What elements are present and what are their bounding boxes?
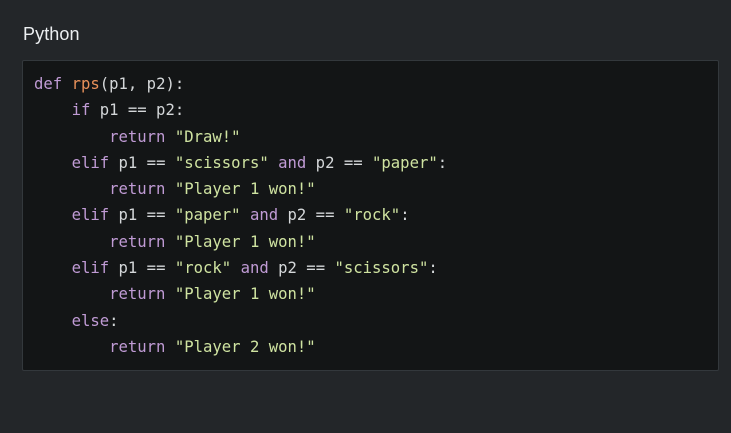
string-token: "rock" (174, 259, 232, 278)
keyword-token: and (240, 259, 269, 278)
language-title: Python (23, 24, 80, 44)
code-token: p1 == p2: (90, 101, 185, 120)
keyword-token: elif (71, 206, 110, 225)
code-token: : (109, 311, 119, 330)
code-line: if p1 == p2: (34, 97, 447, 123)
code-token: p2 == (268, 259, 335, 278)
keyword-token: def (34, 75, 63, 93)
code-line: def rps(p1, p2): (34, 71, 447, 97)
string-token: "rock" (343, 206, 401, 225)
code-token: (p1, p2): (99, 75, 185, 93)
string-token: "Player 2 won!" (174, 337, 316, 356)
string-token: "paper" (174, 206, 241, 225)
code-line: return "Player 1 won!" (34, 176, 447, 202)
code-line: elif p1 == "rock" and p2 == "scissors": (34, 255, 447, 281)
code-line: elif p1 == "scissors" and p2 == "paper": (34, 150, 448, 176)
code-token: : (437, 153, 448, 172)
string-token: "Player 1 won!" (174, 180, 316, 199)
keyword-token: return (109, 337, 166, 356)
keyword-token: return (109, 127, 166, 146)
code-line: return "Player 1 won!" (34, 281, 447, 307)
keyword-token: if (71, 101, 91, 120)
code-token: p1 == (109, 153, 175, 172)
string-token: "Player 1 won!" (174, 285, 316, 304)
code-token: p1 == (109, 206, 175, 225)
code-panel: Python def rps(p1, p2): if p1 == p2: ret… (0, 0, 731, 433)
string-token: "paper" (372, 153, 438, 172)
code-line: else: (34, 308, 447, 334)
code-line: return "Draw!" (34, 124, 447, 150)
keyword-token: and (249, 206, 279, 225)
code-token: p2 == (306, 153, 373, 172)
keyword-token: elif (71, 153, 110, 172)
string-token: "Draw!" (174, 127, 241, 146)
code-token: p1 == (109, 259, 175, 278)
string-token: "scissors" (334, 259, 429, 278)
code-line: return "Player 2 won!" (34, 334, 447, 360)
code-token: : (400, 206, 410, 225)
code-token: : (428, 259, 438, 278)
keyword-token: elif (71, 259, 110, 278)
string-token: "scissors" (174, 153, 269, 172)
keyword-token: return (109, 232, 166, 251)
keyword-token: else (71, 311, 110, 330)
code-line: elif p1 == "paper" and p2 == "rock": (34, 202, 447, 228)
keyword-token: and (278, 153, 307, 172)
code-block[interactable]: def rps(p1, p2): if p1 == p2: return "Dr… (22, 60, 719, 371)
code-content[interactable]: def rps(p1, p2): if p1 == p2: return "Dr… (34, 71, 447, 360)
string-token: "Player 1 won!" (174, 232, 316, 251)
function-name-token: rps (71, 75, 100, 93)
code-token: p2 == (278, 206, 344, 225)
code-line: return "Player 1 won!" (34, 229, 447, 255)
keyword-token: return (109, 180, 166, 199)
keyword-token: return (109, 285, 166, 304)
